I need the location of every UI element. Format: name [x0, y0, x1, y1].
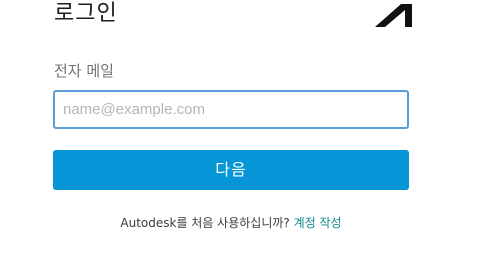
signup-prompt: Autodesk를 처음 사용하십니까? 계정 작성: [0, 214, 462, 232]
next-button[interactable]: 다음: [53, 150, 409, 190]
email-field[interactable]: [53, 90, 409, 129]
create-account-link[interactable]: 계정 작성: [294, 216, 342, 230]
page-title: 로그인: [54, 1, 118, 26]
autodesk-logo-icon: [375, 4, 412, 27]
signup-prompt-text: Autodesk를 처음 사용하십니까?: [120, 216, 290, 230]
email-label: 전자 메일: [54, 62, 114, 80]
